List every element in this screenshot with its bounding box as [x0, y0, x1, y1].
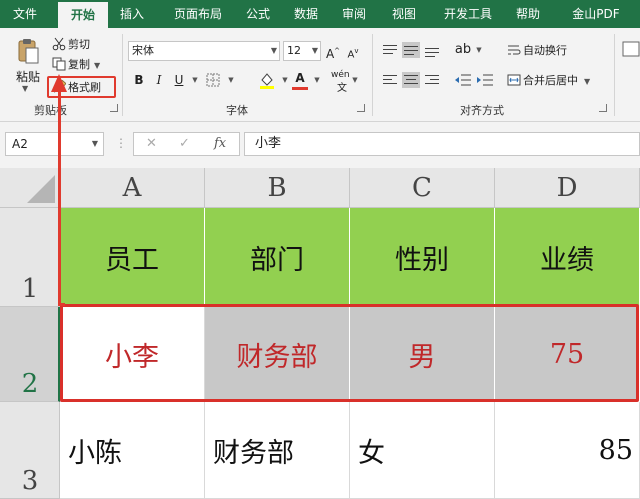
- chevron-down-icon: ▼: [270, 46, 277, 55]
- underline-dropdown-icon[interactable]: ▼: [186, 71, 204, 89]
- cell-c1[interactable]: 性别: [350, 208, 495, 307]
- font-name-dropdown[interactable]: 宋体 ▼: [128, 41, 280, 61]
- decrease-font-icon[interactable]: Av: [344, 42, 362, 60]
- alignment-group-label: 对齐方式: [460, 104, 504, 117]
- paste-dropdown-icon[interactable]: ▼: [22, 84, 28, 93]
- select-all-button[interactable]: [0, 168, 60, 208]
- cut-button[interactable]: 剪切: [52, 36, 90, 54]
- wrap-text-label: 自动换行: [523, 44, 567, 57]
- font-color-icon[interactable]: A: [291, 69, 309, 87]
- border-dropdown-icon[interactable]: ▼: [222, 71, 240, 89]
- copy-dropdown-icon[interactable]: ▼: [94, 61, 100, 70]
- cell-d3[interactable]: 85: [495, 402, 640, 499]
- tab-review[interactable]: 审阅: [332, 0, 376, 28]
- border-icon[interactable]: [206, 73, 220, 87]
- group-divider: [372, 34, 373, 116]
- copy-button[interactable]: 复制 ▼: [52, 56, 100, 74]
- annotation-arrow-shaft: [58, 86, 61, 306]
- scissors-icon: [52, 37, 66, 51]
- group-divider: [614, 34, 615, 116]
- number-format-icon[interactable]: [622, 40, 640, 58]
- fill-color-icon[interactable]: [258, 71, 276, 89]
- align-bottom-icon[interactable]: [423, 42, 441, 58]
- column-header-b[interactable]: B: [205, 168, 350, 208]
- clipboard-launcher-icon[interactable]: [110, 104, 118, 112]
- align-middle-icon[interactable]: [402, 42, 420, 58]
- copy-label: 复制: [68, 58, 90, 71]
- font-size-value: 12: [287, 44, 301, 57]
- font-size-dropdown[interactable]: 12 ▼: [283, 41, 321, 61]
- cell-a1[interactable]: 员工: [60, 208, 205, 307]
- tab-home[interactable]: 开始: [58, 2, 108, 28]
- worksheet-grid: A B C D 1 员工 部门 性别 业绩 2 小李 财务部 男 75 3 小陈…: [0, 168, 640, 499]
- copy-icon: [52, 57, 66, 71]
- name-box[interactable]: A2 ▼: [5, 132, 104, 156]
- ribbon-tab-bar: 文件 开始 插入 页面布局 公式 数据 审阅 视图 开发工具 帮助 金山PDF: [0, 0, 640, 28]
- merge-icon: [507, 74, 521, 86]
- alignment-launcher-icon[interactable]: [599, 104, 607, 112]
- insert-function-icon[interactable]: fx: [214, 136, 226, 151]
- decrease-indent-icon[interactable]: [454, 73, 472, 87]
- cell-d1[interactable]: 业绩: [495, 208, 640, 307]
- annotation-arrow-connector: [59, 303, 65, 306]
- wrap-text-button[interactable]: 自动换行: [507, 42, 567, 60]
- cancel-icon[interactable]: ✕: [146, 136, 157, 151]
- merge-center-button[interactable]: 合并后居中 ▼: [507, 72, 590, 90]
- font-color-dropdown-icon[interactable]: ▼: [308, 71, 326, 89]
- align-top-icon[interactable]: [381, 42, 399, 58]
- column-header-d[interactable]: D: [495, 168, 640, 208]
- orientation-dropdown-icon[interactable]: ▼: [470, 41, 488, 59]
- merge-center-label: 合并后居中: [523, 74, 578, 87]
- formula-bar-divider-icon[interactable]: ⋮: [115, 136, 127, 150]
- name-box-value: A2: [12, 137, 28, 151]
- merge-dropdown-icon[interactable]: ▼: [584, 77, 590, 86]
- row-header-2[interactable]: 2: [0, 307, 60, 402]
- tab-help[interactable]: 帮助: [506, 0, 550, 28]
- row-header-3[interactable]: 3: [0, 402, 60, 499]
- increase-font-icon[interactable]: A^: [324, 42, 342, 61]
- bold-icon[interactable]: B: [130, 71, 148, 89]
- tab-page-layout[interactable]: 页面布局: [162, 0, 234, 28]
- clipboard-group-label: 剪贴板: [34, 104, 67, 117]
- formula-controls: ✕ ✓ fx: [133, 132, 240, 156]
- chevron-down-icon: ▼: [311, 46, 318, 55]
- cell-c3[interactable]: 女: [350, 402, 495, 499]
- paste-icon[interactable]: [17, 38, 39, 64]
- formula-input[interactable]: 小李: [244, 132, 640, 156]
- align-right-icon[interactable]: [423, 72, 441, 88]
- phonetic-dropdown-icon[interactable]: ▼: [346, 71, 364, 89]
- group-divider: [122, 34, 123, 116]
- column-header-a[interactable]: A: [60, 168, 205, 208]
- tab-data[interactable]: 数据: [284, 0, 328, 28]
- ribbon-home: 粘贴 ▼ 剪切 复制 ▼ 格式刷 剪贴板 宋体 ▼ 12 ▼ A^ Av B I U …: [0, 28, 640, 122]
- wrap-text-icon: [508, 45, 521, 55]
- tab-insert[interactable]: 插入: [110, 0, 154, 28]
- font-name-value: 宋体: [132, 44, 154, 57]
- cell-a3[interactable]: 小陈: [60, 402, 205, 499]
- enter-icon[interactable]: ✓: [179, 136, 190, 151]
- column-header-c[interactable]: C: [350, 168, 495, 208]
- tab-view[interactable]: 视图: [382, 0, 426, 28]
- align-center-icon[interactable]: [402, 72, 420, 88]
- row-2-highlight-box: [60, 304, 639, 402]
- paste-button[interactable]: 粘贴: [16, 68, 40, 85]
- chevron-down-icon: ▼: [91, 139, 98, 148]
- cell-b1[interactable]: 部门: [205, 208, 350, 307]
- font-launcher-icon[interactable]: [357, 104, 365, 112]
- font-group-label: 字体: [226, 104, 248, 117]
- row-header-1[interactable]: 1: [0, 208, 60, 307]
- cut-label: 剪切: [68, 38, 90, 51]
- formula-bar: A2 ▼ ⋮ ✕ ✓ fx 小李: [0, 122, 640, 168]
- font-color-swatch: [292, 87, 308, 90]
- tab-wps-pdf[interactable]: 金山PDF: [556, 0, 636, 28]
- align-left-icon[interactable]: [381, 72, 399, 88]
- tab-file[interactable]: 文件: [0, 0, 50, 28]
- tab-formulas[interactable]: 公式: [236, 0, 280, 28]
- increase-indent-icon[interactable]: [476, 73, 494, 87]
- tab-developer[interactable]: 开发工具: [432, 0, 504, 28]
- cell-b3[interactable]: 财务部: [205, 402, 350, 499]
- italic-icon[interactable]: I: [150, 71, 168, 89]
